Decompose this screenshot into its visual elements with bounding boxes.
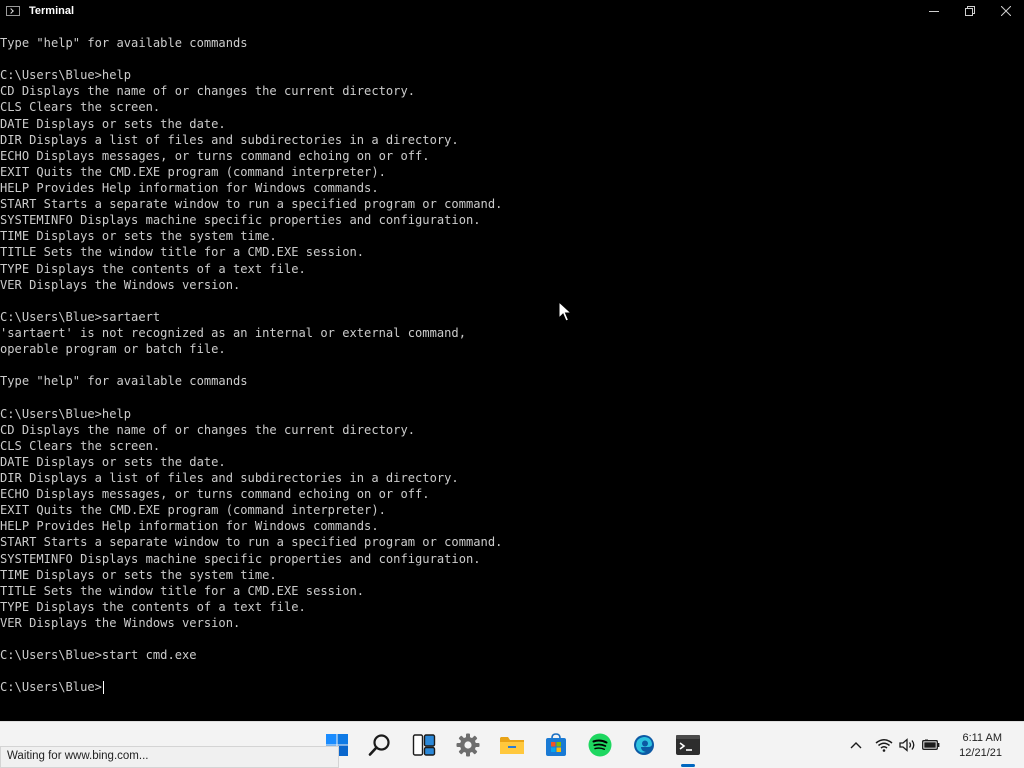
clock-time: 6:11 AM	[962, 732, 1002, 744]
console-line: TYPE Displays the contents of a text fil…	[0, 599, 306, 614]
console-line: operable program or batch file.	[0, 342, 226, 357]
spotify-icon	[588, 733, 612, 757]
console-line: START Starts a separate window to run a …	[0, 197, 503, 212]
window-title: Terminal	[29, 5, 75, 17]
console-line: EXIT Quits the CMD.EXE program (command …	[0, 503, 386, 518]
search-icon	[368, 734, 390, 756]
console-line: TITLE Sets the window title for a CMD.EX…	[0, 245, 365, 260]
console-line: VER Displays the Windows version.	[0, 277, 241, 292]
console-line: 'sartaert' is not recognized as an inter…	[0, 325, 466, 340]
battery-icon	[922, 739, 940, 750]
console-line: CD Displays the name of or changes the c…	[0, 84, 416, 99]
chevron-up-icon	[850, 742, 862, 749]
console-output[interactable]: Type "help" for available commands C:\Use…	[0, 35, 1024, 715]
mouse-pointer-icon	[558, 301, 572, 322]
status-text: Waiting for www.bing.com...	[7, 750, 149, 762]
wifi-icon	[875, 739, 893, 752]
console-line: ECHO Displays messages, or turns command…	[0, 148, 430, 163]
settings-icon	[456, 733, 480, 757]
console-line: DATE Displays or sets the date.	[0, 116, 226, 131]
console-line: Type "help" for available commands	[0, 36, 248, 50]
spotify-button[interactable]	[587, 732, 613, 758]
console-line: CLS Clears the screen.	[0, 100, 161, 115]
console-line: EXIT Quits the CMD.EXE program (command …	[0, 164, 386, 179]
console-line: Type "help" for available commands	[0, 374, 248, 389]
window-controls	[916, 0, 1024, 22]
console-line: C:\Users\Blue>sartaert	[0, 309, 161, 324]
active-app-indicator	[681, 764, 695, 767]
edge-button[interactable]	[631, 732, 657, 758]
console-line: TITLE Sets the window title for a CMD.EX…	[0, 583, 365, 598]
settings-button[interactable]	[455, 732, 481, 758]
close-icon	[1001, 6, 1011, 16]
console-line: START Starts a separate window to run a …	[0, 535, 503, 550]
task-view-button[interactable]	[411, 732, 437, 758]
network-button[interactable]	[875, 736, 893, 754]
console-line: TYPE Displays the contents of a text fil…	[0, 261, 306, 276]
console-line: C:\Users\Blue>help	[0, 406, 132, 421]
terminal-icon	[676, 735, 700, 755]
console-line: HELP Provides Help information for Windo…	[0, 180, 379, 195]
volume-button[interactable]	[899, 736, 917, 754]
search-button[interactable]	[367, 732, 393, 758]
console-line: DIR Displays a list of files and subdire…	[0, 470, 459, 485]
minimize-button[interactable]	[916, 0, 952, 22]
file-explorer-button[interactable]	[499, 732, 525, 758]
console-line: C:\Users\Blue>help	[0, 68, 132, 83]
battery-button[interactable]	[922, 736, 940, 754]
console-line: TIME Displays or sets the system time.	[0, 567, 277, 582]
minimize-icon	[929, 11, 939, 12]
show-hidden-icons-button[interactable]	[847, 736, 865, 754]
clock-date: 12/21/21	[959, 747, 1002, 759]
file-explorer-icon	[500, 737, 524, 754]
console-line: C:\Users\Blue>	[0, 680, 104, 695]
console-line: SYSTEMINFO Displays machine specific pro…	[0, 551, 481, 566]
clock[interactable]: 6:11 AM 12/21/21	[959, 731, 1002, 761]
console-line: HELP Provides Help information for Windo…	[0, 519, 379, 534]
microsoft-store-icon	[546, 733, 566, 756]
console-line: ECHO Displays messages, or turns command…	[0, 487, 430, 502]
restore-icon	[965, 6, 975, 16]
restore-button[interactable]	[952, 0, 988, 22]
terminal-icon	[6, 6, 20, 16]
console-line: VER Displays the Windows version.	[0, 615, 241, 630]
edge-icon	[634, 735, 654, 755]
close-button[interactable]	[988, 0, 1024, 22]
console-line: TIME Displays or sets the system time.	[0, 229, 277, 244]
console-line: CD Displays the name of or changes the c…	[0, 422, 416, 437]
console-line: C:\Users\Blue>start cmd.exe	[0, 648, 197, 663]
console-line: CLS Clears the screen.	[0, 438, 161, 453]
console-line: SYSTEMINFO Displays machine specific pro…	[0, 213, 481, 228]
task-view-icon	[412, 734, 436, 756]
status-bar: Waiting for www.bing.com...	[0, 746, 339, 768]
text-cursor	[102, 681, 104, 695]
console-line: DATE Displays or sets the date.	[0, 454, 226, 469]
speaker-icon	[899, 738, 915, 752]
microsoft-store-button[interactable]	[543, 732, 569, 758]
terminal-taskbar-button[interactable]	[675, 732, 701, 758]
title-bar[interactable]: Terminal	[0, 0, 1024, 22]
console-line: DIR Displays a list of files and subdire…	[0, 132, 459, 147]
